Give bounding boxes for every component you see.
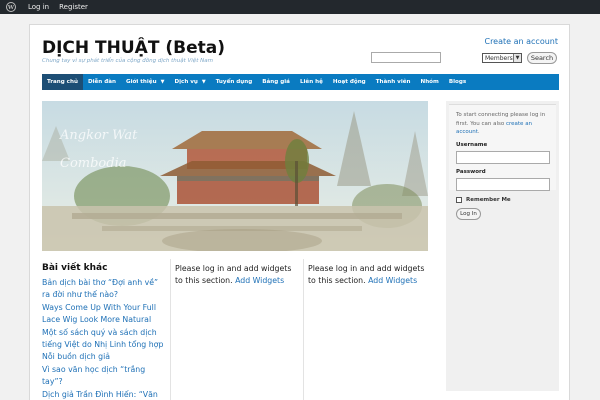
- main-nav: Trang chủ Diễn đàn Giới thiệu ▼ Dịch vụ ▼ …: [42, 74, 559, 90]
- nav-label: Thành viên: [375, 79, 411, 85]
- login-widget: To start connecting please log in first.…: [449, 104, 556, 220]
- remember-me-row: Remember Me: [456, 196, 549, 203]
- site-description: Chung tay vì sự phát triển của cộng đồng…: [42, 58, 213, 64]
- username-label: Username: [456, 141, 488, 148]
- nav-label: Tuyển dụng: [215, 79, 253, 85]
- nav-label: Bảng giá: [262, 79, 290, 85]
- caret-down-icon: ▼: [201, 79, 206, 85]
- password-field[interactable]: [456, 177, 550, 191]
- add-widgets-link[interactable]: Add Widgets: [368, 276, 417, 285]
- post-link[interactable]: Một số sách quý và sách dịch tiếng Việt …: [42, 327, 167, 352]
- admin-register-link[interactable]: Register: [59, 3, 88, 11]
- create-account-link[interactable]: Create an account: [484, 37, 558, 46]
- caret-down-icon: ▼: [160, 79, 165, 85]
- login-button[interactable]: Log In: [456, 207, 481, 220]
- search-scope-select[interactable]: Members ▼: [482, 53, 522, 63]
- nav-item-groups[interactable]: Nhóm: [416, 74, 444, 90]
- login-note: To start connecting please log in first.…: [456, 111, 549, 137]
- admin-login-link[interactable]: Log in: [28, 3, 49, 11]
- nav-item-about[interactable]: Giới thiệu ▼: [121, 74, 169, 90]
- nav-label: Trang chủ: [47, 79, 78, 85]
- post-link[interactable]: Ways Come Up With Your Full Lace Wig Loo…: [42, 302, 167, 327]
- post-link[interactable]: Vì sao văn học dịch “trắng tay”?: [42, 364, 167, 389]
- nav-item-services[interactable]: Dịch vụ ▼: [169, 74, 210, 90]
- nav-label: Nhóm: [420, 79, 439, 85]
- banner-artwork: [42, 101, 428, 251]
- column-divider: [170, 259, 171, 400]
- banner-caption-line1: Angkor Wat: [60, 128, 138, 143]
- nav-item-members[interactable]: Thành viên: [371, 74, 416, 90]
- username-field[interactable]: [456, 150, 550, 164]
- nav-item-activity[interactable]: Hoạt động: [328, 74, 371, 90]
- add-widgets-link[interactable]: Add Widgets: [235, 276, 284, 285]
- nav-label: Dịch vụ: [174, 79, 198, 85]
- recent-posts-widget: Bài viết khác Bản dịch bài thơ “Đợi anh …: [42, 263, 167, 400]
- remember-me-label: Remember Me: [466, 196, 511, 203]
- nav-item-home[interactable]: Trang chủ: [42, 74, 83, 90]
- page-container: DỊCH THUẬT (Beta) Chung tay vì sự phát t…: [29, 24, 570, 400]
- login-note-end: .: [477, 129, 480, 135]
- nav-label: Liên hệ: [299, 79, 323, 85]
- column-divider: [303, 259, 304, 400]
- nav-label: Giới thiệu: [126, 79, 157, 85]
- recent-posts-title: Bài viết khác: [42, 263, 108, 273]
- nav-label: Diễn đàn: [87, 79, 116, 85]
- search-scope-value: Members: [485, 54, 513, 62]
- site-title[interactable]: DỊCH THUẬT (Beta): [42, 38, 225, 58]
- wordpress-logo-icon[interactable]: W: [4, 0, 18, 14]
- widget-area-middle: Please log in and add widgets to this se…: [175, 263, 299, 287]
- admin-bar: W Log in Register: [0, 0, 600, 14]
- nav-item-recruitment[interactable]: Tuyển dụng: [211, 74, 258, 90]
- post-link[interactable]: Dịch giả Trần Đình Hiến: “Văn chương nổi…: [42, 389, 167, 400]
- dropdown-arrow-icon: ▼: [513, 54, 521, 62]
- remember-me-checkbox[interactable]: [456, 196, 462, 203]
- password-label: Password: [456, 168, 486, 175]
- banner-caption-line2: Combodia: [60, 156, 127, 171]
- nav-label: Hoạt động: [332, 79, 366, 85]
- post-link[interactable]: Bản dịch bài thơ “Đợi anh về” ra đời như…: [42, 277, 167, 302]
- nav-label: Blogs: [448, 79, 467, 85]
- nav-item-contact[interactable]: Liên hệ: [295, 74, 328, 90]
- nav-item-pricing[interactable]: Bảng giá: [257, 74, 295, 90]
- header-banner-image: Angkor Wat Combodia: [42, 101, 428, 251]
- post-link[interactable]: Nỗi buồn dịch giả: [42, 351, 167, 363]
- widget-area-right: Please log in and add widgets to this se…: [308, 263, 432, 287]
- svg-text:W: W: [7, 5, 15, 11]
- sidebar: To start connecting please log in first.…: [446, 101, 559, 391]
- nav-item-forum[interactable]: Diễn đàn: [83, 74, 121, 90]
- search-input[interactable]: [371, 52, 441, 63]
- nav-item-blogs[interactable]: Blogs: [444, 74, 471, 90]
- search-button[interactable]: Search: [527, 52, 557, 64]
